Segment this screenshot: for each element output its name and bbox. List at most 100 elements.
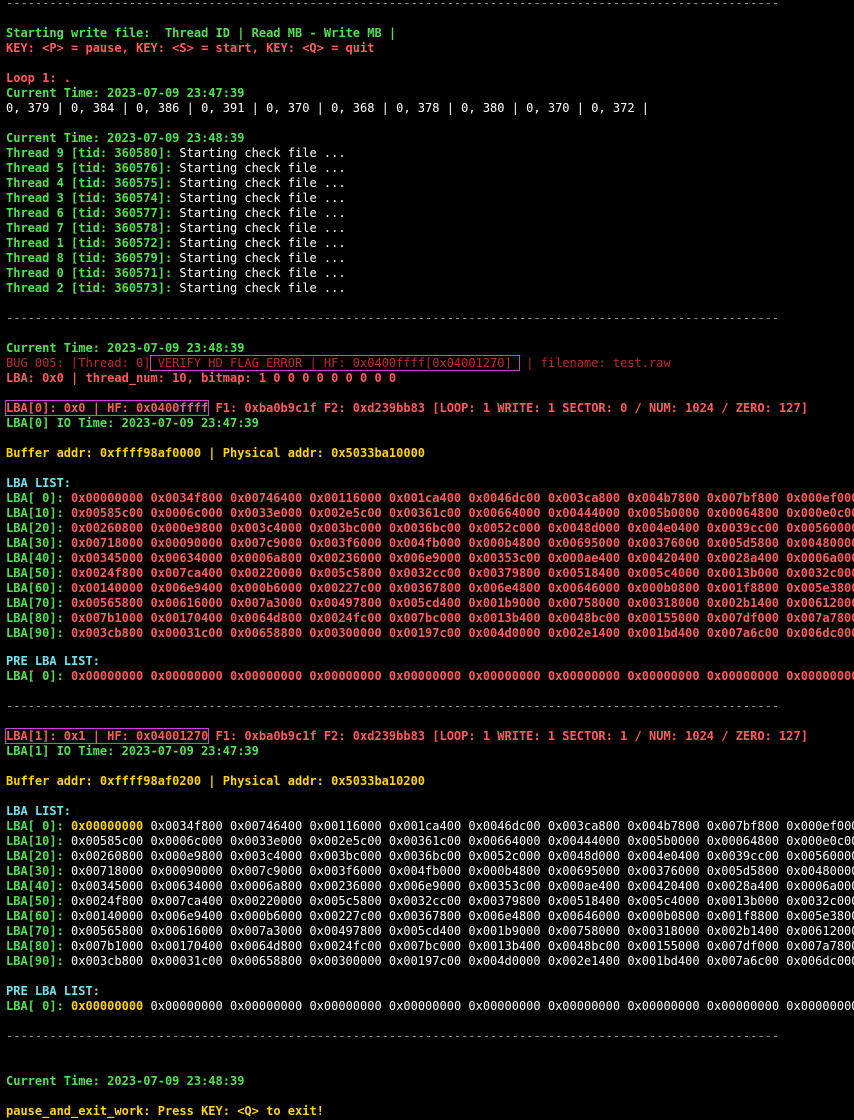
lba-row-label: LBA[ 0]: [6,491,64,505]
pre-lba-list-row: LBA[ 0]: 0x00000000 0x00000000 0x0000000… [6,669,854,684]
current-time-line: Current Time: 2023-07-09 23:48:39 [6,1074,245,1088]
lba-highlight: LBA[1]: 0x1 | HF: 0x04001270 [4,728,210,744]
lba-row-values: 0x00718000 0x00090000 0x007c9000 0x003f6… [63,536,854,550]
lba-flags: F1: 0xba0b9c1f F2: 0xd239bb83 [LOOP: 1 W… [208,729,808,743]
lba-row-values: 0x00000000 0x00000000 0x00000000 0x00000… [143,999,854,1013]
lba-row-label: LBA[10]: [6,506,64,520]
lba-row-label: LBA[70]: [6,596,64,610]
thread-label: Thread 1 [tid: 360572]: [6,236,173,250]
thread-label: Thread 3 [tid: 360574]: [6,191,173,205]
lba-list-row: LBA[10]: 0x00585c00 0x0006c000 0x0033e00… [6,506,854,521]
key-help-line: KEY: <P> = pause, KEY: <S> = start, KEY:… [6,41,375,55]
lba-list-row: LBA[70]: 0x00565800 0x00616000 0x007a300… [6,924,854,939]
current-time-line: Current Time: 2023-07-09 23:47:39 [6,86,245,100]
thread-stats-line: 0, 379 | 0, 384 | 0, 386 | 0, 391 | 0, 3… [6,101,649,115]
loop-label: Loop 1: . [6,71,72,85]
buffer-address-line: Buffer addr: 0xffff98af0200 | Physical a… [6,774,426,788]
lba-row-values: 0x00345000 0x00634000 0x0006a800 0x00236… [63,879,854,893]
exit-prompt-suffix: to exit! [258,1104,324,1118]
lba-row-values: 0x0034f800 0x00746400 0x00116000 0x001ca… [143,819,854,833]
lba-row-label: LBA[20]: [6,521,64,535]
lba-row-values: 0x00000000 0x0034f800 0x00746400 0x00116… [63,491,854,505]
lba-row-label: LBA[30]: [6,536,64,550]
lba-list-row: LBA[30]: 0x00718000 0x00090000 0x007c900… [6,536,854,551]
lba-list-row: LBA[40]: 0x00345000 0x00634000 0x0006a80… [6,551,854,566]
lba-row-label: LBA[60]: [6,581,64,595]
thread-line: Thread 2 [tid: 360573]: Starting check f… [6,281,346,296]
lba-row-values: 0x007b1000 0x00170400 0x0064d800 0x0024f… [63,939,854,953]
buffer-address-line: Buffer addr: 0xffff98af0000 | Physical a… [6,446,426,460]
lba-bitmap-line: LBA: 0x0 | thread_num: 10, bitmap: 1 0 0… [6,371,397,385]
lba-row-label: LBA[ 0]: [6,669,64,683]
lba-row-label: LBA[90]: [6,626,64,640]
separator-line: ----------------------------------------… [6,0,780,10]
write-header-line: Starting write file: Thread ID | Read MB… [6,26,397,40]
thread-label: Thread 9 [tid: 360580]: [6,146,173,160]
thread-line: Thread 4 [tid: 360575]: Starting check f… [6,176,346,191]
lba-row-label: LBA[50]: [6,566,64,580]
lba-row-values: 0x00565800 0x00616000 0x007a3000 0x00497… [63,924,854,938]
thread-message: Starting check file ... [172,161,346,175]
bug-prefix: BUG 005: [Thread: 0] [6,356,151,370]
lba-row-label: LBA[30]: [6,864,64,878]
lba-list-title: LBA LIST: [6,476,72,490]
thread-line: Thread 0 [tid: 360571]: Starting check f… [6,266,346,281]
lba-row-values: 0x003cb800 0x00031c00 0x00658800 0x00300… [63,954,854,968]
lba-row-values: 0x00260800 0x000e9800 0x003c4000 0x003bc… [63,849,854,863]
lba-row-label: LBA[20]: [6,849,64,863]
exit-prompt-line: pause_and_exit_work: Press KEY: <Q> to e… [6,1104,324,1119]
lba-row-label: LBA[40]: [6,551,64,565]
thread-label: Thread 0 [tid: 360571]: [6,266,173,280]
lba-row-label: LBA[70]: [6,924,64,938]
lba-row-label: LBA[80]: [6,939,64,953]
lba-row-values: 0x00260800 0x000e9800 0x003c4000 0x003bc… [63,521,854,535]
lba-list-row: LBA[80]: 0x007b1000 0x00170400 0x0064d80… [6,939,854,954]
lba-list-row: LBA[80]: 0x007b1000 0x00170400 0x0064d80… [6,611,854,626]
lba-row-label: LBA[60]: [6,909,64,923]
lba-list-row: LBA[50]: 0x0024f800 0x007ca400 0x0022000… [6,566,854,581]
current-time-line: Current Time: 2023-07-09 23:48:39 [6,341,245,355]
lba-row-label: LBA[50]: [6,894,64,908]
thread-message: Starting check file ... [172,281,346,295]
separator-line: ----------------------------------------… [6,699,780,713]
lba-list-row: LBA[90]: 0x003cb800 0x00031c00 0x0065880… [6,954,854,969]
lba-row-values: 0x003cb800 0x00031c00 0x00658800 0x00300… [63,626,854,640]
lba-row-label: LBA[10]: [6,834,64,848]
thread-label: Thread 2 [tid: 360573]: [6,281,173,295]
lba-row-label: LBA[ 0]: [6,999,64,1013]
lba-flags: F1: 0xba0b9c1f F2: 0xd239bb83 [LOOP: 1 W… [208,401,808,415]
thread-line: Thread 8 [tid: 360579]: Starting check f… [6,251,346,266]
thread-line: Thread 3 [tid: 360574]: Starting check f… [6,191,346,206]
current-time-line: Current Time: 2023-07-09 23:48:39 [6,131,245,145]
thread-message: Starting check file ... [172,236,346,250]
lba-list-row: LBA[ 0]: 0x00000000 0x0034f800 0x0074640… [6,819,854,834]
lba-highlight: LBA[0]: 0x0 | HF: 0x0400ffff [4,400,210,416]
thread-label: Thread 7 [tid: 360578]: [6,221,173,235]
lba-row-values: 0x00718000 0x00090000 0x007c9000 0x003f6… [63,864,854,878]
lba-row-values: 0x00140000 0x006e9400 0x000b6000 0x00227… [63,909,854,923]
thread-message: Starting check file ... [172,251,346,265]
lba-list-title: LBA LIST: [6,804,72,818]
lba-list-row: LBA[60]: 0x00140000 0x006e9400 0x000b600… [6,581,854,596]
lba-row-first-value: 0x00000000 [63,999,144,1013]
separator-line: ----------------------------------------… [6,1029,780,1043]
lba-row-label: LBA[ 0]: [6,819,64,833]
lba-row-values: 0x00565800 0x00616000 0x007a3000 0x00497… [63,596,854,610]
thread-message: Starting check file ... [172,221,346,235]
lba-header-line: LBA[1]: 0x1 | HF: 0x04001270 F1: 0xba0b9… [4,728,808,744]
thread-line: Thread 5 [tid: 360576]: Starting check f… [6,161,346,176]
thread-line: Thread 6 [tid: 360577]: Starting check f… [6,206,346,221]
thread-line: Thread 7 [tid: 360578]: Starting check f… [6,221,346,236]
lba-row-first-value: 0x00000000 [63,819,144,833]
lba-list-row: LBA[10]: 0x00585c00 0x0006c000 0x0033e00… [6,834,854,849]
lba-row-values: 0x00000000 0x00000000 0x00000000 0x00000… [63,669,854,683]
bug-report-line: BUG 005: [Thread: 0] VERIFY HD FLAG ERRO… [6,355,671,371]
lba-list-row: LBA[30]: 0x00718000 0x00090000 0x007c900… [6,864,854,879]
bug-error-highlight: VERIFY HD FLAG ERROR | HF: 0x0400ffff[0x… [149,355,520,371]
lba-row-values: 0x00585c00 0x0006c000 0x0033e000 0x002e5… [63,506,854,520]
pre-lba-list-title: PRE LBA LIST: [6,984,100,998]
bug-suffix: | filename: test.raw [518,356,671,370]
lba-list-row: LBA[70]: 0x00565800 0x00616000 0x007a300… [6,596,854,611]
thread-label: Thread 5 [tid: 360576]: [6,161,173,175]
lba-list-row: LBA[90]: 0x003cb800 0x00031c00 0x0065880… [6,626,854,641]
